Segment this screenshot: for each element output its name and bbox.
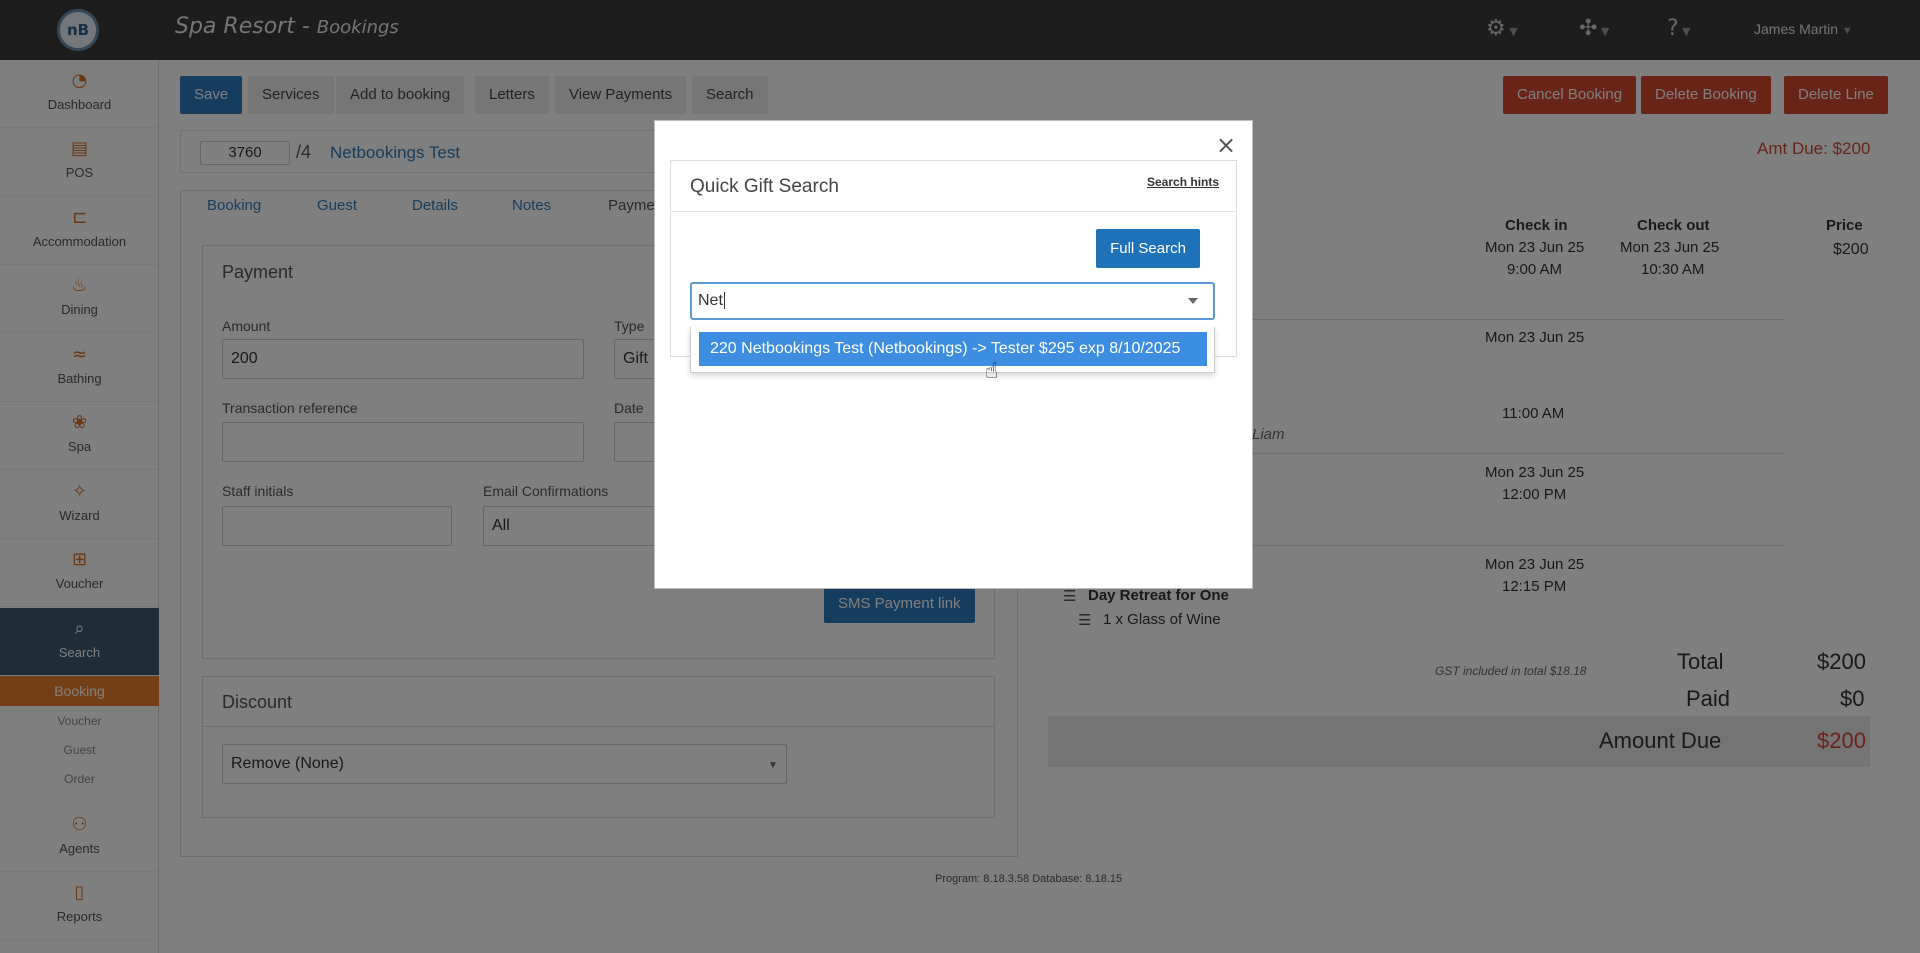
chevron-down-icon[interactable] bbox=[1188, 298, 1198, 304]
full-search-button[interactable]: Full Search bbox=[1096, 229, 1200, 268]
search-result-option[interactable]: 220 Netbookings Test (Netbookings) -> Te… bbox=[699, 332, 1207, 366]
gift-search-input[interactable]: Net bbox=[690, 282, 1215, 320]
modal-title: Quick Gift Search bbox=[690, 176, 839, 197]
gift-search-query: Net bbox=[698, 292, 723, 309]
close-icon[interactable]: × bbox=[1216, 131, 1236, 159]
search-hints-link[interactable]: Search hints bbox=[1147, 175, 1219, 189]
text-caret bbox=[723, 292, 725, 309]
hand-pointer-cursor-icon: ☝ bbox=[985, 359, 999, 384]
